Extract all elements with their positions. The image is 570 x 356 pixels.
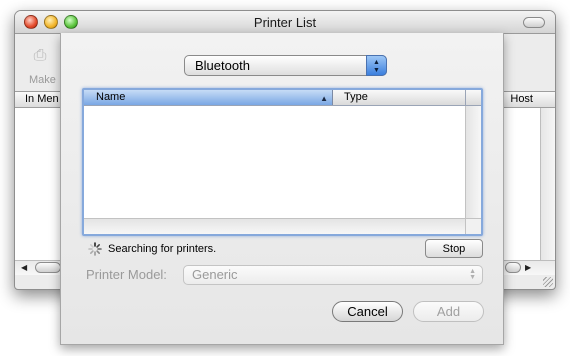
- printer-browser-table[interactable]: Name ▲ Type: [82, 88, 483, 236]
- scroll-right-arrow-icon[interactable]: ▶: [525, 263, 531, 272]
- printer-model-value: Generic: [192, 267, 238, 282]
- table-vertical-scrollbar[interactable]: [465, 106, 481, 218]
- toolbar-toggle-button[interactable]: [523, 17, 545, 28]
- column-host[interactable]: Host: [510, 93, 533, 105]
- cancel-button[interactable]: Cancel: [332, 301, 403, 322]
- add-button[interactable]: Add: [413, 301, 484, 322]
- search-status-text: Searching for printers.: [108, 243, 217, 255]
- popup-arrows-icon[interactable]: ▲ ▼: [366, 55, 387, 76]
- connection-type-popup[interactable]: Bluetooth ▲ ▼: [184, 55, 387, 76]
- scroll-corner: [465, 218, 481, 234]
- column-divider: [465, 90, 466, 105]
- make-default-icon: ⎙: [33, 47, 47, 64]
- table-horizontal-scrollbar[interactable]: [84, 218, 465, 234]
- spinner-icon: [88, 242, 102, 256]
- stop-button[interactable]: Stop: [425, 239, 483, 258]
- printer-list-vertical-scrollbar[interactable]: [540, 108, 555, 260]
- add-printer-sheet: Bluetooth ▲▼ Name ▲ Type Searching for: [60, 33, 504, 345]
- column-header-name[interactable]: Name ▲: [84, 90, 333, 105]
- scroll-thumb-left[interactable]: [35, 262, 61, 273]
- printer-model-label: Printer Model:: [86, 267, 167, 282]
- column-in-menu[interactable]: In Men: [25, 93, 59, 105]
- sort-ascending-icon: ▲: [320, 94, 328, 103]
- column-name-label: Name: [96, 91, 126, 103]
- connection-type-value: Bluetooth: [195, 58, 250, 73]
- column-header-type[interactable]: Type: [344, 90, 368, 105]
- resize-grip-icon[interactable]: [543, 277, 553, 287]
- printer-model-arrows-icon: ▲ ▼: [469, 268, 476, 281]
- window-title: Printer List: [253, 15, 317, 30]
- make-default-label: Make: [29, 74, 56, 86]
- table-body[interactable]: [84, 106, 465, 218]
- scroll-thumb-right[interactable]: [505, 262, 521, 273]
- table-header: Name ▲ Type: [84, 90, 481, 106]
- printer-model-popup[interactable]: Generic ▲ ▼: [183, 265, 483, 285]
- scroll-left-arrow-icon[interactable]: ◀: [21, 263, 27, 272]
- title-bar[interactable]: Printer List: [15, 11, 555, 34]
